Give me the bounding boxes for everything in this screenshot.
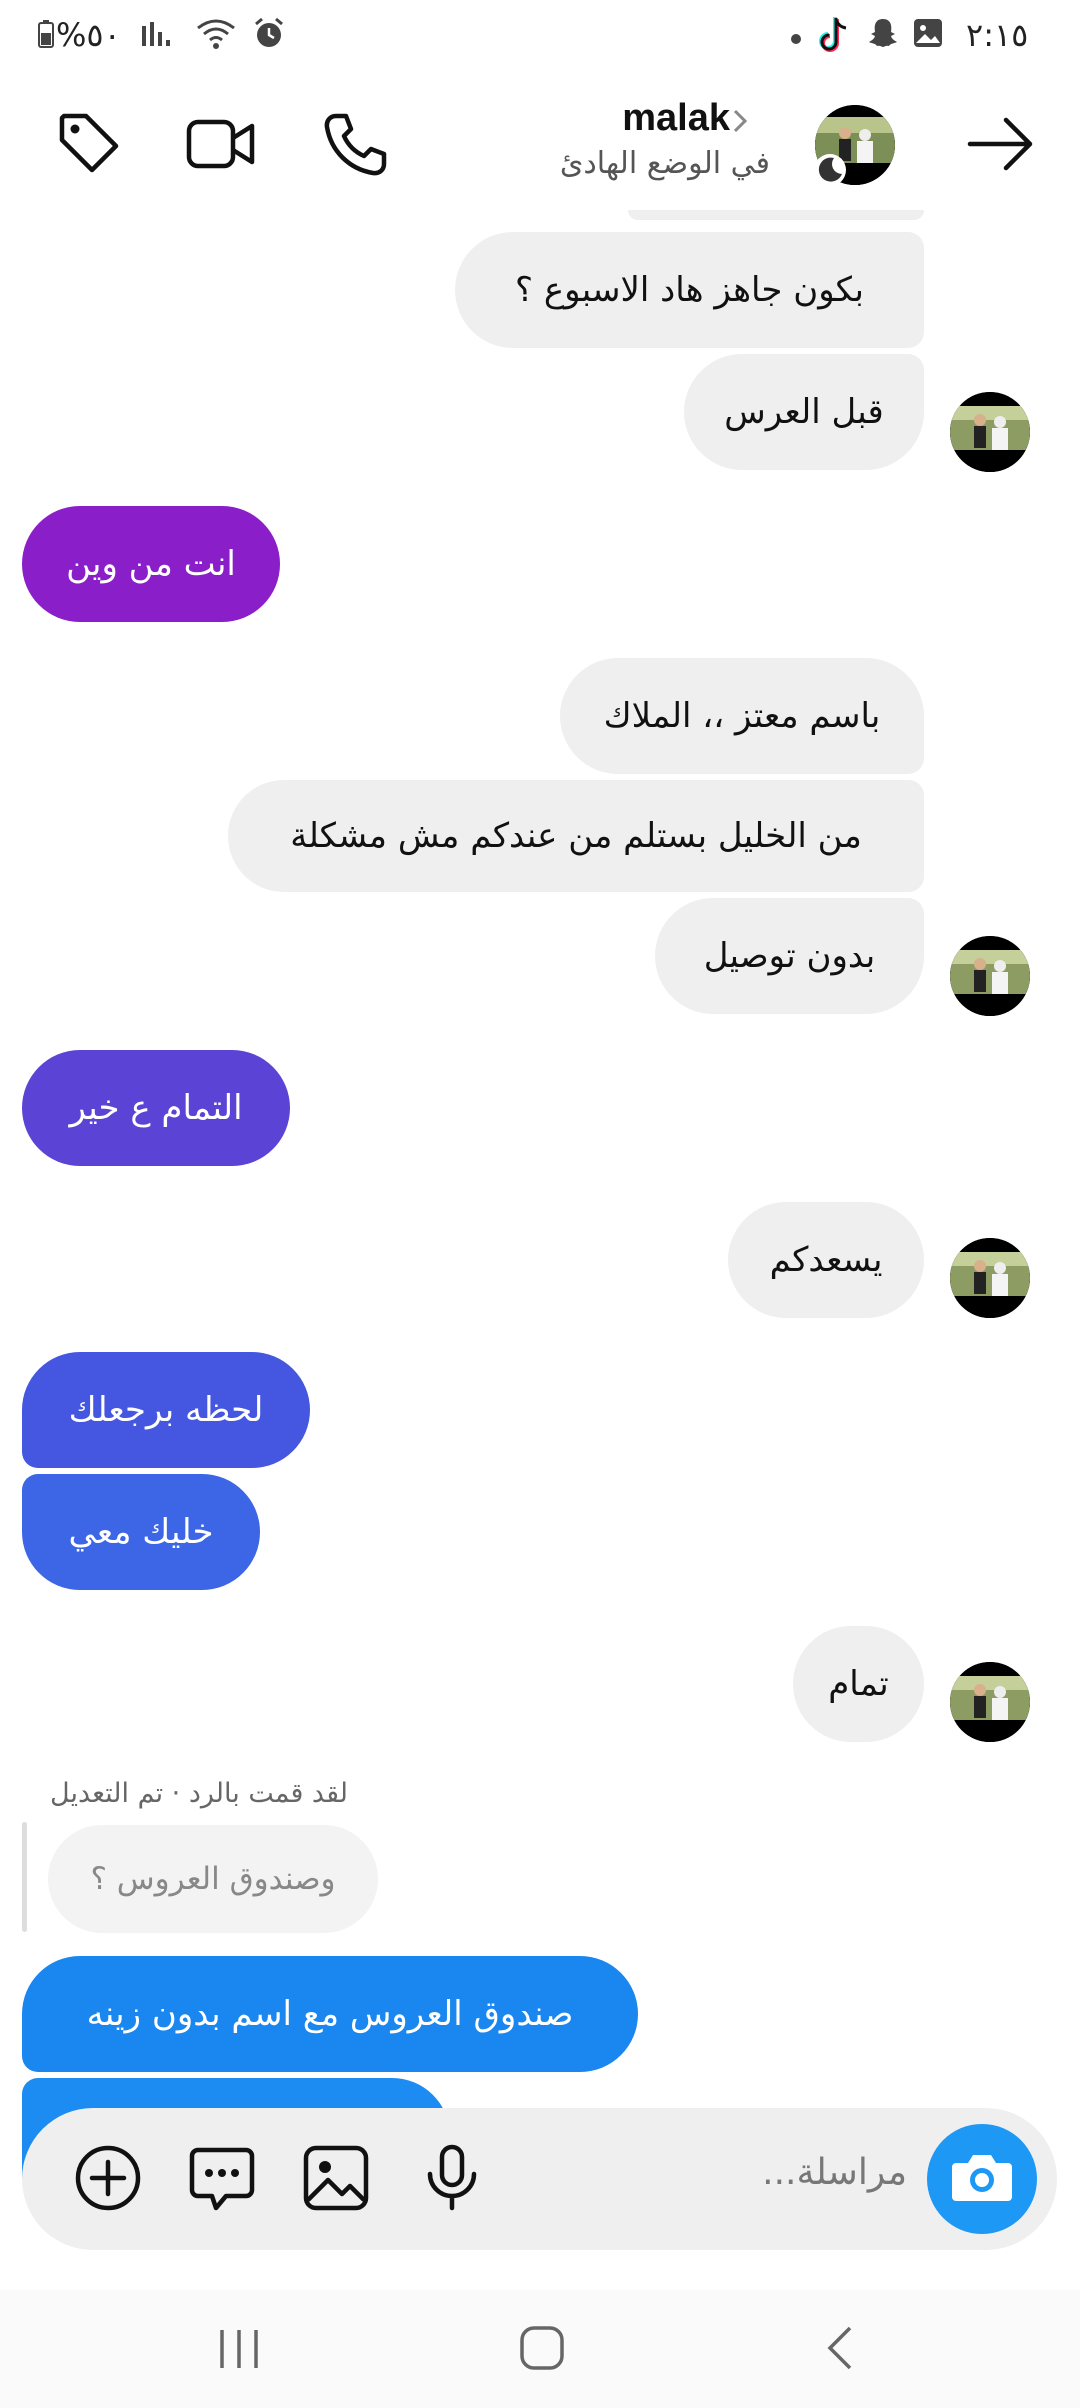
sender-avatar[interactable] [950, 1662, 1030, 1742]
message-input[interactable]: مراسلة... [762, 2152, 907, 2193]
reply-note: لقد قمت بالرد · تم التعديل [50, 1778, 348, 1809]
alarm-icon [252, 16, 286, 54]
chat-header: malak في الوضع الهادئ [0, 80, 1080, 210]
status-bar: %٥٠ ٢:١٥ [0, 0, 1080, 72]
tag-icon[interactable] [56, 110, 122, 180]
message-composer[interactable]: مراسلة... [22, 2108, 1057, 2250]
message-incoming[interactable]: تمام [793, 1626, 924, 1742]
tiktok-icon [818, 16, 852, 58]
message-incoming[interactable]: بدون توصيل [655, 898, 924, 1014]
quiet-mode-moon-icon [812, 152, 848, 192]
reply-indicator-bar [22, 1822, 27, 1932]
message-incoming[interactable]: بكون جاهز هاد الاسبوع ؟ [455, 232, 924, 348]
message-incoming[interactable]: باسم معتز ،، الملاك [560, 658, 924, 774]
add-icon[interactable] [74, 2144, 142, 2216]
message-bubble-partial [628, 210, 924, 220]
chevron-right-icon[interactable] [730, 106, 750, 140]
message-incoming[interactable]: قبل العرس [684, 354, 924, 470]
quoted-message[interactable]: وصندوق العروس ؟ [48, 1825, 378, 1933]
battery-icon [38, 20, 54, 52]
sender-avatar[interactable] [950, 1238, 1030, 1318]
signal-icon [140, 18, 174, 52]
status-time: ٢:١٥ [966, 16, 1029, 54]
message-incoming[interactable]: يسعدكم [728, 1202, 924, 1318]
message-outgoing[interactable]: التمام ع خير [22, 1050, 290, 1166]
camera-icon [950, 2149, 1014, 2209]
back-arrow-icon[interactable] [966, 116, 1036, 176]
recent-apps-icon[interactable] [216, 2326, 262, 2376]
snapchat-icon [866, 16, 900, 54]
sender-avatar[interactable] [950, 392, 1030, 472]
dot-icon [790, 30, 802, 49]
phone-icon[interactable] [322, 112, 388, 182]
message-outgoing[interactable]: صندوق العروس مع اسم بدون زينه [22, 1956, 638, 2072]
back-icon[interactable] [824, 2324, 856, 2376]
message-outgoing[interactable]: لحظه برجعلك [22, 1352, 310, 1468]
message-incoming[interactable]: من الخليل بستلم من عندكم مش مشكلة [228, 780, 924, 892]
message-outgoing[interactable]: خليك معي [22, 1474, 260, 1590]
camera-button[interactable] [927, 2124, 1037, 2234]
system-nav-bar [0, 2290, 1080, 2408]
battery-percent: %٥٠ [56, 16, 121, 54]
home-icon[interactable] [518, 2324, 566, 2376]
contact-name[interactable]: malak [622, 97, 730, 140]
microphone-icon[interactable] [422, 2144, 482, 2216]
video-call-icon[interactable] [186, 114, 256, 178]
sender-avatar[interactable] [950, 936, 1030, 1016]
gallery-icon[interactable] [302, 2144, 370, 2216]
sticker-icon[interactable] [188, 2144, 256, 2216]
wifi-icon [196, 18, 236, 54]
message-outgoing[interactable]: انت من وين [22, 506, 280, 622]
gallery-icon [912, 17, 944, 53]
contact-status: في الوضع الهادئ [559, 146, 770, 181]
